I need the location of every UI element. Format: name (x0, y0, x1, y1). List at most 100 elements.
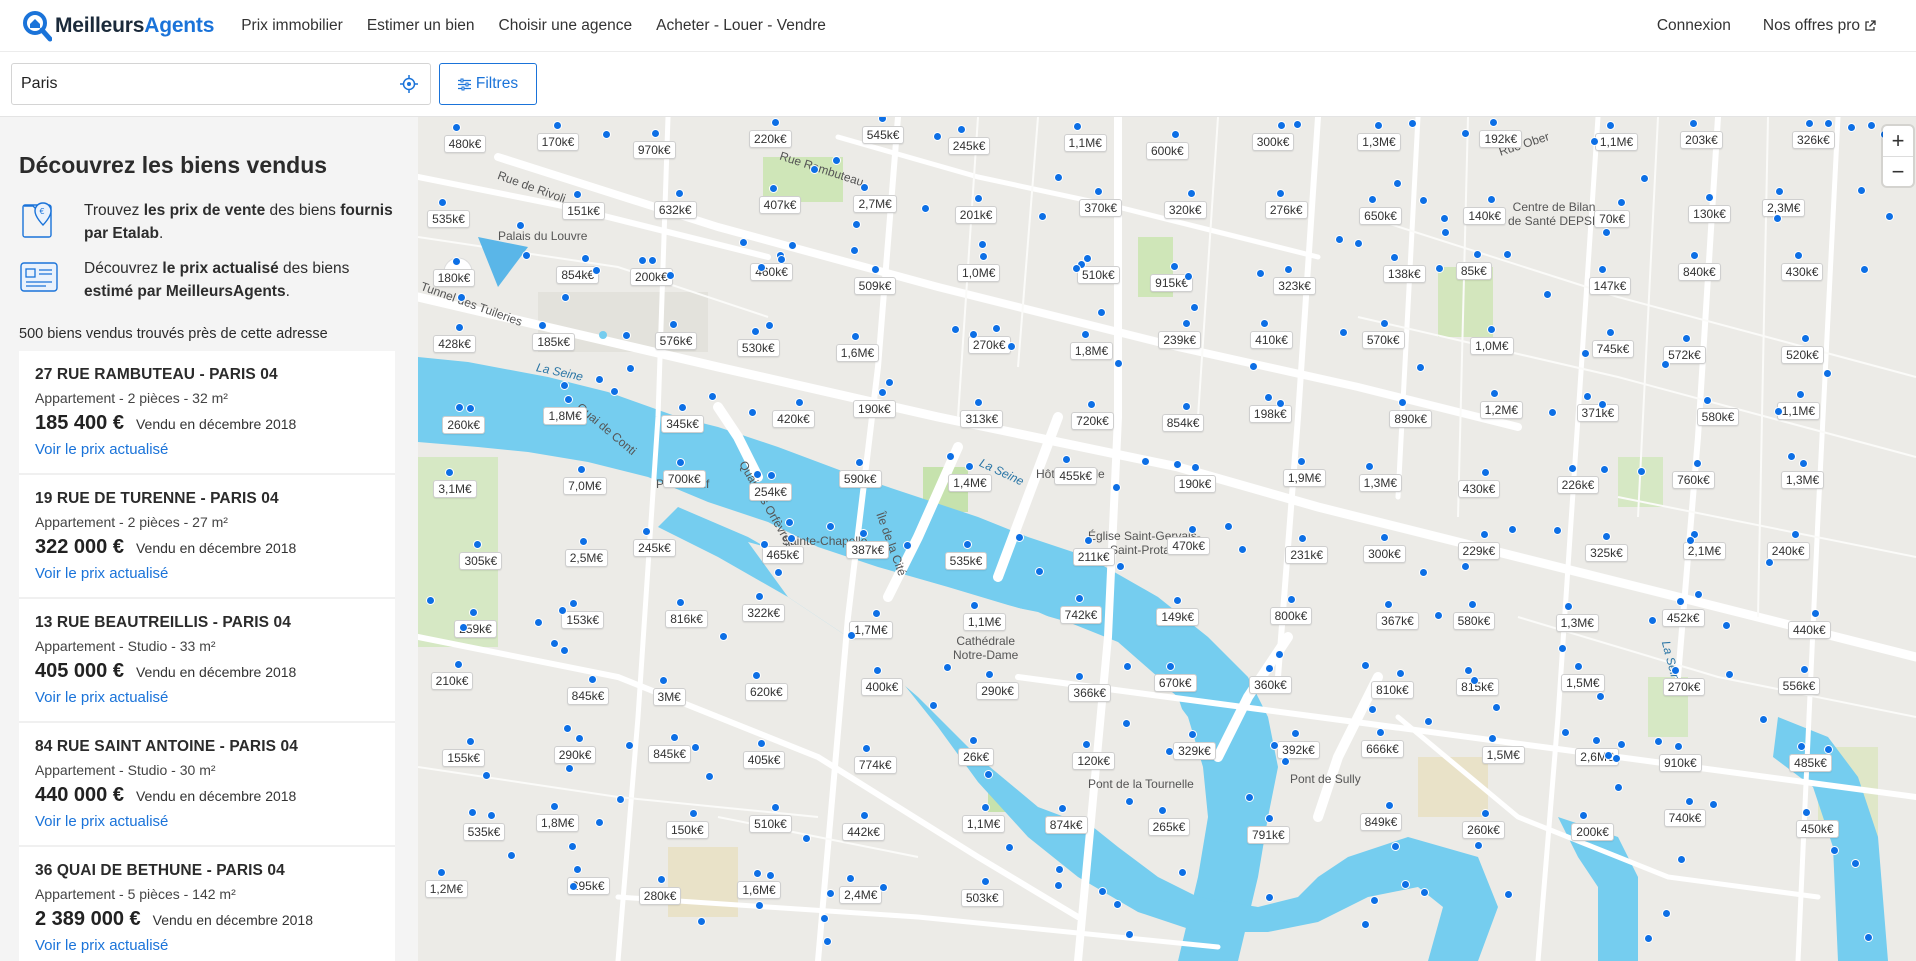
price-label[interactable]: 450k€ (1795, 820, 1839, 839)
property-pin[interactable] (1795, 389, 1805, 399)
property-pin[interactable] (921, 203, 931, 213)
property-pin[interactable] (760, 539, 770, 549)
price-label[interactable]: 300k€ (1251, 132, 1295, 151)
property-pin[interactable] (705, 771, 715, 781)
property-pin[interactable] (1190, 462, 1200, 472)
property-pin[interactable] (1365, 461, 1375, 471)
property-pin[interactable] (563, 395, 573, 405)
price-label[interactable]: 465k€ (761, 545, 805, 564)
property-pin[interactable] (786, 533, 796, 543)
property-pin[interactable] (1389, 252, 1399, 262)
price-label[interactable]: 387k€ (846, 541, 890, 560)
property-pin[interactable] (641, 526, 651, 536)
property-pin[interactable] (1684, 796, 1694, 806)
price-label[interactable]: 1,6M€ (835, 343, 880, 362)
property-pin[interactable] (1395, 669, 1405, 679)
property-pin[interactable] (1605, 121, 1615, 131)
property-pin[interactable] (1354, 238, 1364, 248)
property-pin[interactable] (1440, 213, 1450, 223)
nav-prix-immobilier[interactable]: Prix immobilier (241, 17, 343, 35)
price-label[interactable]: 430k€ (1457, 479, 1501, 498)
property-pin[interactable] (1360, 660, 1370, 670)
property-pin[interactable] (1367, 194, 1377, 204)
property-pin[interactable] (1054, 865, 1064, 875)
price-label[interactable]: 147k€ (1588, 276, 1632, 295)
property-pin[interactable] (1480, 467, 1490, 477)
property-pin[interactable] (1491, 702, 1501, 712)
login-link[interactable]: Connexion (1657, 17, 1731, 35)
price-label[interactable]: 320k€ (1163, 201, 1207, 220)
property-pin[interactable] (1488, 733, 1498, 743)
property-pin[interactable] (1597, 400, 1607, 410)
price-label[interactable]: 874k€ (1044, 816, 1088, 835)
price-label[interactable]: 151k€ (562, 201, 605, 220)
price-label[interactable]: 810k€ (1371, 681, 1414, 700)
property-pin[interactable] (1384, 800, 1394, 810)
price-label[interactable]: 470k€ (1167, 537, 1211, 556)
property-pin[interactable] (1614, 782, 1624, 792)
property-pin[interactable] (854, 457, 864, 467)
price-label[interactable]: 1,8M€ (536, 813, 580, 832)
price-label[interactable]: 580k€ (1696, 407, 1740, 426)
price-label[interactable]: 480k€ (443, 135, 487, 154)
property-pin[interactable] (574, 734, 584, 744)
price-label[interactable]: 210k€ (430, 671, 474, 690)
property-pin[interactable] (1692, 458, 1702, 468)
property-pin[interactable] (678, 402, 688, 412)
property-pin[interactable] (1488, 118, 1498, 128)
price-label[interactable]: 180k€ (432, 268, 476, 287)
property-pin[interactable] (466, 403, 476, 413)
property-pin[interactable] (1489, 389, 1499, 399)
price-label[interactable]: 740k€ (1663, 808, 1707, 827)
property-pin[interactable] (1860, 264, 1870, 274)
price-label[interactable]: 370k€ (1079, 199, 1123, 218)
property-pin[interactable] (1223, 521, 1233, 531)
price-label[interactable]: 600k€ (1146, 141, 1189, 160)
property-pin[interactable] (1123, 661, 1133, 671)
price-label[interactable]: 760k€ (1672, 470, 1715, 489)
property-pin[interactable] (748, 407, 758, 417)
property-pin[interactable] (696, 916, 706, 926)
price-label[interactable]: 239k€ (1158, 331, 1202, 350)
property-pin[interactable] (766, 870, 776, 880)
property-pin[interactable] (1823, 118, 1833, 128)
list-item[interactable]: 27 RUE RAMBUTEAU - PARIS 04 Appartement … (19, 351, 395, 475)
property-pin[interactable] (1034, 566, 1044, 576)
price-label[interactable]: 220k€ (749, 130, 792, 149)
price-label[interactable]: 530k€ (736, 338, 780, 357)
property-pin[interactable] (1557, 644, 1567, 654)
property-pin[interactable] (1376, 728, 1386, 737)
price-label[interactable]: 816k€ (665, 609, 708, 628)
property-pin[interactable] (459, 622, 469, 632)
price-label[interactable]: 666k€ (1361, 740, 1404, 758)
property-pin[interactable] (980, 802, 990, 812)
price-label[interactable]: 405k€ (742, 751, 786, 770)
property-pin[interactable] (1606, 327, 1616, 337)
property-pin[interactable] (1463, 666, 1473, 675)
property-pin[interactable] (1460, 562, 1470, 572)
property-pin[interactable] (1172, 460, 1182, 470)
property-pin[interactable] (1264, 893, 1274, 903)
property-pin[interactable] (825, 889, 835, 899)
price-label[interactable]: 190k€ (1173, 474, 1217, 493)
property-pin[interactable] (1486, 324, 1496, 334)
updated-price-link[interactable]: Voir le prix actualisé (35, 441, 168, 458)
property-pin[interactable] (1581, 348, 1591, 358)
price-label[interactable]: 226k€ (1556, 476, 1600, 495)
price-label[interactable]: 1,0M€ (1470, 336, 1514, 355)
property-pin[interactable] (1275, 649, 1285, 659)
property-pin[interactable] (481, 770, 491, 780)
price-label[interactable]: 1,5M€ (1481, 745, 1525, 764)
price-label[interactable]: 1,3M€ (1357, 132, 1401, 151)
property-pin[interactable] (1081, 329, 1091, 339)
price-label[interactable]: 200k€ (1571, 823, 1614, 842)
property-pin[interactable] (592, 265, 602, 275)
price-label[interactable]: 270k€ (1662, 677, 1706, 696)
price-label[interactable]: 2,3M€ (1762, 199, 1806, 218)
price-label[interactable]: 400k€ (860, 678, 904, 697)
property-pin[interactable] (657, 874, 666, 884)
property-pin[interactable] (602, 129, 612, 139)
property-pin[interactable] (1183, 272, 1193, 282)
price-label[interactable]: 367k€ (1376, 612, 1419, 631)
price-label[interactable]: 360k€ (1249, 676, 1292, 695)
